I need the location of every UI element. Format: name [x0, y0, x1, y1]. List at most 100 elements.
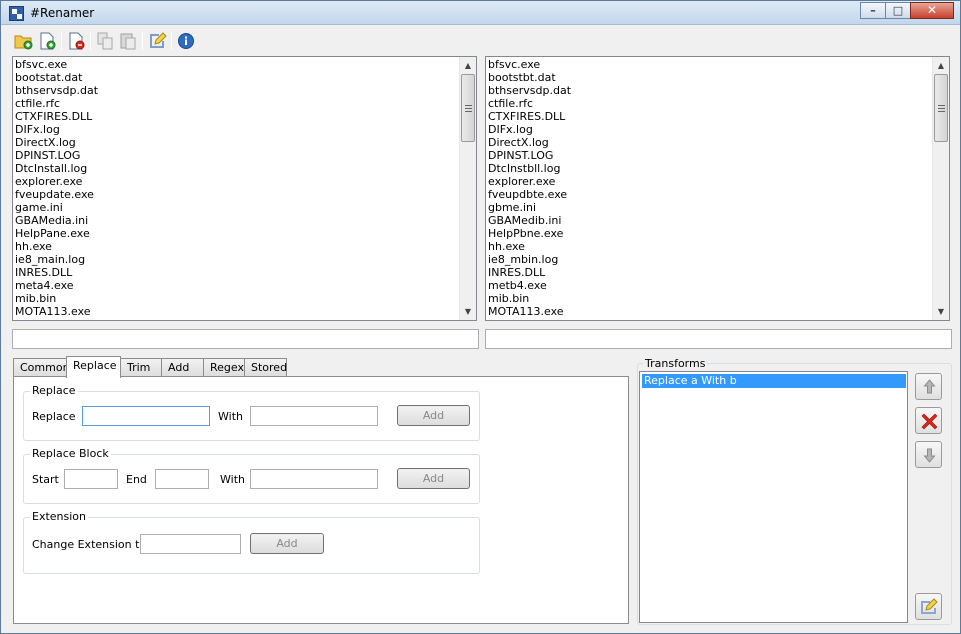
renamed-files-list[interactable]: bfsvc.exe bootstbt.dat bthservsdp.dat ctfil…: [485, 56, 950, 321]
paste-icon[interactable]: [118, 31, 138, 51]
replace-input[interactable]: [82, 406, 210, 426]
file-list-item[interactable]: explorer.exe: [488, 175, 931, 188]
vertical-scrollbar[interactable]: ▲ ▼: [932, 57, 949, 320]
start-input[interactable]: [64, 469, 118, 489]
file-list-item[interactable]: hh.exe: [15, 240, 458, 253]
file-list-item[interactable]: DtcInstbll.log: [488, 162, 931, 175]
start-label: Start: [32, 473, 59, 486]
tab-trim[interactable]: Trim: [120, 358, 162, 377]
file-list-item[interactable]: GBAMedib.ini: [488, 214, 931, 227]
close-icon: ✕: [926, 3, 938, 17]
apply-rename-button[interactable]: [915, 593, 942, 620]
file-list-item[interactable]: HelpPane.exe: [15, 227, 458, 240]
file-list-item[interactable]: bfsvc.exe: [15, 58, 458, 71]
block-with-input[interactable]: [250, 469, 378, 489]
end-input[interactable]: [155, 469, 209, 489]
file-list-item[interactable]: DIFx.log: [488, 123, 931, 136]
remove-file-icon[interactable]: [66, 31, 86, 51]
minimize-button[interactable]: –: [860, 2, 886, 19]
file-list-item[interactable]: fveupdbte.exe: [488, 188, 931, 201]
file-list-item[interactable]: hh.exe: [488, 240, 931, 253]
file-list-item[interactable]: CTXFIRES.DLL: [488, 110, 931, 123]
file-list-item[interactable]: bthservsdp.dat: [15, 84, 458, 97]
scroll-down-arrow-icon[interactable]: ▼: [460, 303, 476, 320]
file-list-item[interactable]: bootstbt.dat: [488, 71, 931, 84]
file-list-item[interactable]: MOTA113.exe: [15, 305, 458, 318]
add-file-icon[interactable]: [37, 31, 57, 51]
file-list-item[interactable]: ctfile.rfc: [488, 97, 931, 110]
toolbar-separator: [142, 32, 143, 50]
block-with-label: With: [220, 473, 245, 486]
transform-item[interactable]: Replace a With b: [642, 374, 906, 388]
app-window: #Renamer – □ ✕ bfsvc.exe bootstat.dat bt…: [0, 0, 961, 634]
move-down-button[interactable]: [915, 441, 942, 468]
file-list-item[interactable]: DPINST.LOG: [15, 149, 458, 162]
file-list-item[interactable]: GBAMedia.ini: [15, 214, 458, 227]
file-list-item[interactable]: ie8_main.log: [15, 253, 458, 266]
replace-group-title: Replace: [30, 384, 78, 397]
open-folder-icon[interactable]: [13, 31, 33, 51]
close-button[interactable]: ✕: [910, 2, 954, 19]
move-up-button[interactable]: [915, 373, 942, 400]
file-list-item[interactable]: metb4.exe: [488, 279, 931, 292]
file-list-item[interactable]: meta4.exe: [15, 279, 458, 292]
file-list-item[interactable]: DtcInstall.log: [15, 162, 458, 175]
info-icon[interactable]: [176, 31, 196, 51]
vertical-scrollbar[interactable]: ▲ ▼: [459, 57, 476, 320]
maximize-button[interactable]: □: [885, 2, 911, 19]
tab-stored[interactable]: Stored: [244, 358, 287, 377]
file-list-item[interactable]: ctfile.rfc: [15, 97, 458, 110]
delete-x-icon: [921, 413, 938, 430]
extension-add-button[interactable]: Add: [250, 533, 324, 554]
replace-add-button[interactable]: Add: [397, 405, 470, 426]
tab-add[interactable]: Add: [161, 358, 204, 377]
file-list-item[interactable]: fveupdate.exe: [15, 188, 458, 201]
file-list-item[interactable]: CTXFIRES.DLL: [15, 110, 458, 123]
transforms-title: Transforms: [643, 357, 708, 370]
original-files-list[interactable]: bfsvc.exe bootstat.dat bthservsdp.dat ctfil…: [12, 56, 477, 321]
extension-input[interactable]: [140, 534, 241, 554]
replace-group: Replace Replace With Add: [23, 384, 480, 441]
original-name-field[interactable]: [12, 329, 479, 349]
with-input[interactable]: [250, 406, 378, 426]
tab-replace[interactable]: Replace: [66, 356, 121, 378]
replace-block-group: Replace Block Start End With Add: [23, 447, 480, 504]
file-list-item[interactable]: mib.bin: [15, 292, 458, 305]
extension-group: Extension Change Extension to Add: [23, 510, 480, 574]
scroll-up-arrow-icon[interactable]: ▲: [460, 57, 476, 74]
file-list-item[interactable]: explorer.exe: [15, 175, 458, 188]
title-bar[interactable]: #Renamer – □ ✕: [1, 1, 960, 25]
scroll-thumb[interactable]: [461, 74, 475, 142]
file-list-item[interactable]: MOTA113.exe: [488, 305, 931, 318]
transforms-list[interactable]: Replace a With b: [639, 371, 908, 623]
delete-transform-button[interactable]: [915, 407, 942, 434]
file-list-item[interactable]: INRES.DLL: [15, 266, 458, 279]
copy-icon[interactable]: [95, 31, 115, 51]
scroll-thumb[interactable]: [934, 74, 948, 142]
toolbar-separator: [61, 32, 62, 50]
file-list-item[interactable]: DirectX.log: [488, 136, 931, 149]
file-list-item[interactable]: bfsvc.exe: [488, 58, 931, 71]
new-name-field[interactable]: [485, 329, 952, 349]
file-list-item[interactable]: DPINST.LOG: [488, 149, 931, 162]
scroll-down-arrow-icon[interactable]: ▼: [933, 303, 949, 320]
change-extension-label: Change Extension to: [32, 538, 147, 551]
file-list-item[interactable]: game.ini: [15, 201, 458, 214]
file-list-item[interactable]: DIFx.log: [15, 123, 458, 136]
replace-tab-panel: Replace Replace With Add Replace Block S…: [13, 376, 629, 624]
file-list-item[interactable]: HelpPbne.exe: [488, 227, 931, 240]
replace-block-add-button[interactable]: Add: [397, 468, 470, 489]
tab-common[interactable]: Common: [13, 358, 70, 377]
file-list-item[interactable]: bthservsdp.dat: [488, 84, 931, 97]
file-list-item[interactable]: bootstat.dat: [15, 71, 458, 84]
file-list-item[interactable]: ie8_mbin.log: [488, 253, 931, 266]
replace-label: Replace: [32, 410, 76, 423]
file-list-item[interactable]: DirectX.log: [15, 136, 458, 149]
rename-pencil-icon[interactable]: [147, 31, 167, 51]
file-list-item[interactable]: gbme.ini: [488, 201, 931, 214]
scroll-up-arrow-icon[interactable]: ▲: [933, 57, 949, 74]
file-list-item[interactable]: INRES.DLL: [488, 266, 931, 279]
tab-regex[interactable]: Regex: [203, 358, 245, 377]
file-list-item[interactable]: mib.bin: [488, 292, 931, 305]
app-icon: [9, 6, 24, 21]
